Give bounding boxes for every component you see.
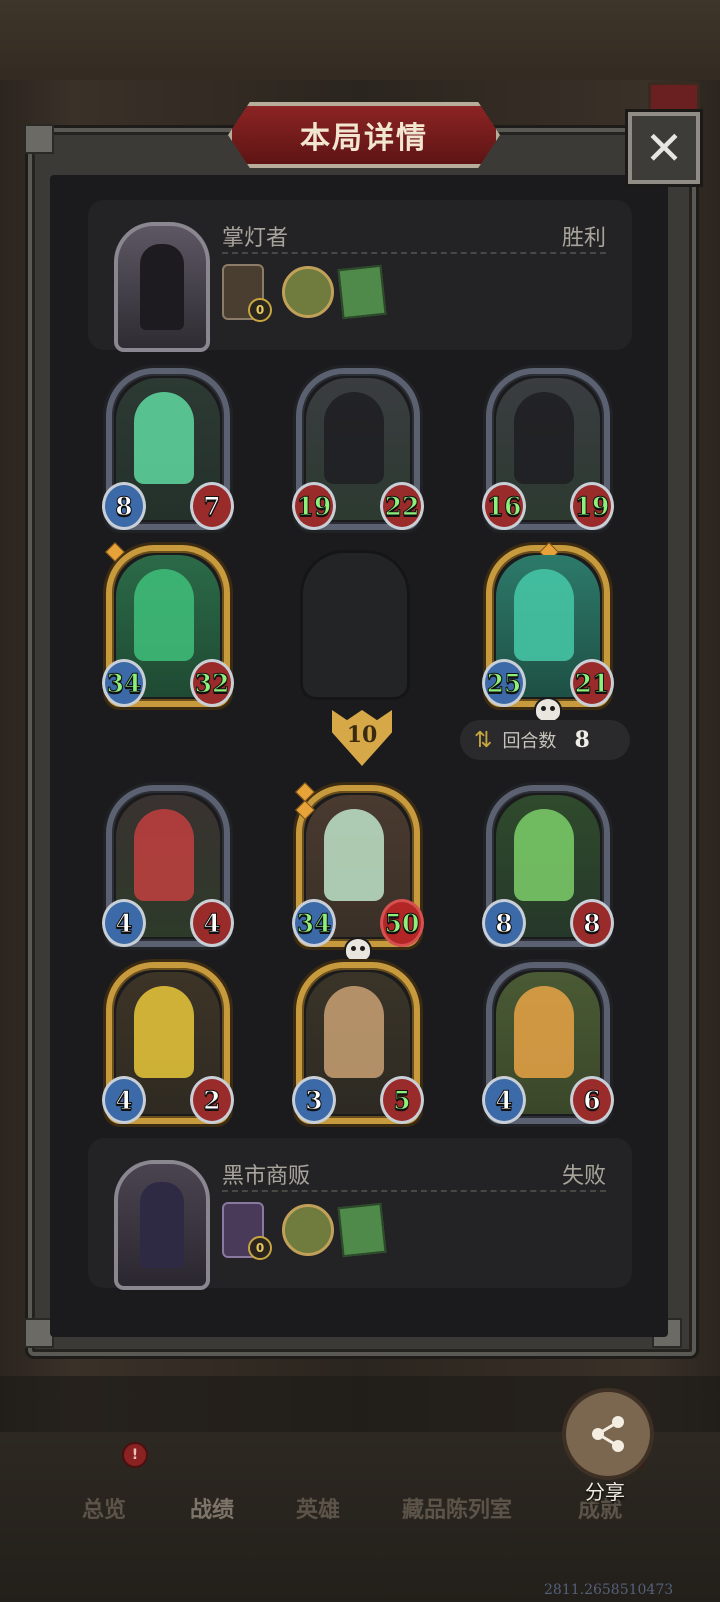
minion-card-log-fairy[interactable]: 3 5 — [292, 962, 424, 1124]
divider — [222, 1190, 606, 1192]
attack-stat: 19 — [292, 482, 336, 530]
turns-counter: ⇅ 回合数 8 — [460, 720, 630, 760]
turns-label: 回合数 — [502, 731, 557, 752]
attack-stat: 3 — [292, 1076, 336, 1124]
lantern-icon[interactable]: 0 — [222, 264, 272, 322]
minion-card-orange-girl[interactable]: 4 6 — [482, 962, 614, 1124]
health-stat: 8 — [570, 899, 614, 947]
skull-icon — [536, 699, 560, 721]
minion-card-ghost-pirate[interactable]: 34 32 — [102, 542, 234, 707]
share-button[interactable] — [562, 1388, 654, 1480]
minion-card-green-dryad[interactable]: 8 8 — [482, 785, 614, 947]
minion-card-flower-elf[interactable]: 4 4 — [102, 785, 234, 947]
attack-stat: 4 — [102, 1076, 146, 1124]
nav-tab-collection[interactable]: 藏品陈列室 — [402, 1492, 512, 1524]
door-icon[interactable]: 0 — [222, 1202, 272, 1260]
lantern-level-badge: 0 — [248, 298, 272, 322]
match-result: 胜利 — [561, 226, 606, 251]
match-result: 失败 — [561, 1164, 606, 1189]
skull-icon — [346, 939, 370, 961]
health-stat: 2 — [190, 1076, 234, 1124]
close-button[interactable]: ✕ — [628, 112, 700, 184]
attack-stat: 34 — [102, 659, 146, 707]
health-stat: 50 — [380, 899, 424, 947]
spellbook-icon[interactable] — [337, 1202, 387, 1258]
frame-corner-top-left — [24, 124, 54, 154]
log-fairy-figure — [324, 986, 384, 1078]
hero-portrait-black-market-dealer[interactable] — [114, 1160, 210, 1290]
divider — [222, 252, 606, 254]
health-stat: 19 — [570, 482, 614, 530]
health-stat: 32 — [190, 659, 234, 707]
flower-elf-figure — [134, 809, 194, 901]
dialog-title: 本局详情 — [300, 121, 428, 156]
attack-stat: 8 — [482, 899, 526, 947]
player-items: 0 — [222, 264, 387, 322]
attack-stat: 4 — [102, 899, 146, 947]
attack-stat: 34 — [292, 899, 336, 947]
ghost-pirate-figure — [134, 569, 194, 661]
bulb-sprout-figure — [324, 809, 384, 901]
nav-tab-records[interactable]: 战绩 — [190, 1492, 234, 1524]
debug-coordinates: 2811.2658510473 — [544, 1582, 674, 1598]
player-panel-top[interactable]: 掌灯者 胜利 0 — [88, 200, 632, 352]
minion-card-reaper[interactable]: 19 22 — [292, 368, 424, 530]
health-stat: 5 — [380, 1076, 424, 1124]
repeat-icon: ⇅ — [474, 727, 493, 753]
player-name: 黑市商贩 — [222, 1164, 311, 1189]
attack-stat: 16 — [482, 482, 526, 530]
hero-figure — [140, 244, 184, 330]
minion-card-bulb-sprout[interactable]: 34 50 — [292, 782, 424, 961]
share-label: 分享 — [585, 1480, 625, 1504]
ghost-cat-figure — [134, 392, 194, 484]
attack-stat: 25 — [482, 659, 526, 707]
orange-girl-figure — [514, 986, 574, 1078]
hero-figure — [140, 1182, 184, 1268]
spellbook-icon[interactable] — [337, 264, 387, 320]
green-dryad-figure — [514, 809, 574, 901]
minion-card-reaper-2[interactable]: 16 19 — [482, 368, 614, 530]
minion-card-ghost-sailor[interactable]: 25 21 — [482, 542, 614, 721]
attack-stat: 8 — [102, 482, 146, 530]
health-stat: 22 — [380, 482, 424, 530]
adventurer-token-icon[interactable] — [282, 1204, 334, 1256]
hero-portrait-lamplighter[interactable] — [114, 222, 210, 352]
dialog-title-plate: 本局详情 — [228, 102, 500, 168]
sunflower-girl-figure — [134, 986, 194, 1078]
notification-badge: ! — [122, 1442, 148, 1468]
minion-card-sunflower-girl[interactable]: 4 2 — [102, 962, 234, 1124]
player-name: 掌灯者 — [222, 226, 289, 251]
nav-tab-heroes[interactable]: 英雄 — [296, 1492, 340, 1524]
reaper-figure — [324, 392, 384, 484]
minion-card-ghost-cat[interactable]: 8 7 — [102, 368, 234, 530]
close-icon: ✕ — [644, 121, 684, 175]
arrow-value: 10 — [346, 722, 378, 748]
health-stat: 21 — [570, 659, 614, 707]
health-stat: 6 — [570, 1076, 614, 1124]
adventurer-token-icon[interactable] — [282, 266, 334, 318]
health-stat: 4 — [190, 899, 234, 947]
player-items: 0 — [222, 1202, 387, 1260]
empty-board-slot — [300, 550, 410, 700]
reaper-figure — [514, 392, 574, 484]
attack-stat: 4 — [482, 1076, 526, 1124]
share-icon — [592, 1416, 624, 1452]
ghost-sailor-figure — [514, 569, 574, 661]
door-level-badge: 0 — [248, 1236, 272, 1260]
turns-value: 8 — [574, 727, 590, 753]
player-panel-bottom[interactable]: 黑市商贩 失败 0 — [88, 1138, 632, 1290]
nav-tab-overview[interactable]: 总览 — [82, 1492, 126, 1524]
health-stat: 7 — [190, 482, 234, 530]
